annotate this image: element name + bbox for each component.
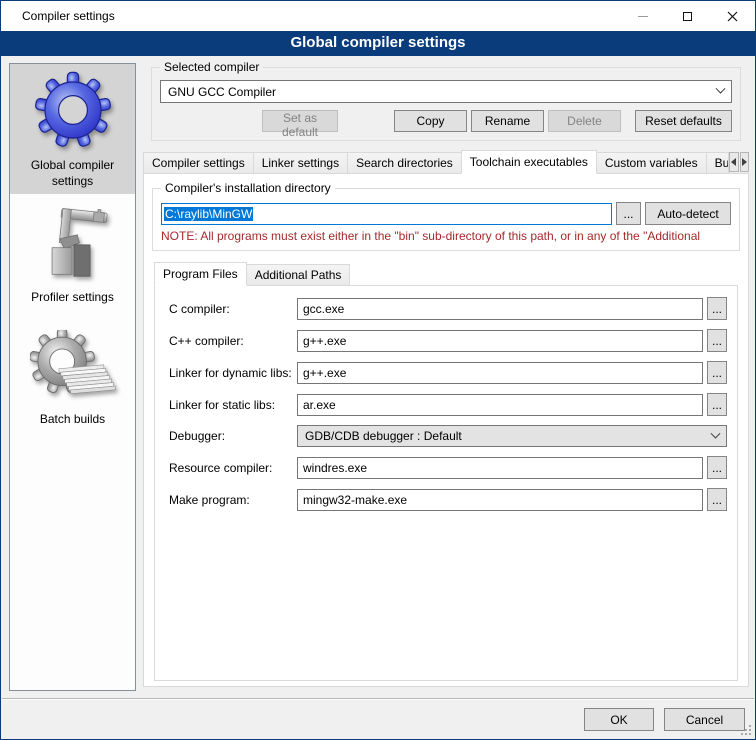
selected-compiler-group: Selected compiler GNU GCC Compiler Set a…: [151, 67, 741, 141]
window-title: Compiler settings: [22, 9, 115, 23]
programs-subtab-strip: Program Files Additional Paths: [154, 263, 738, 285]
sidebar-item-profiler-settings[interactable]: Profiler settings: [10, 202, 135, 306]
set-as-default-button[interactable]: Set as default: [262, 110, 338, 132]
c-compiler-browse-button[interactable]: ...: [707, 297, 727, 320]
field-label: Resource compiler:: [169, 461, 297, 475]
tab-linker-settings[interactable]: Linker settings: [253, 152, 348, 173]
close-icon: [727, 11, 738, 22]
dynamic-linker-input[interactable]: [297, 362, 703, 384]
debugger-select-value: GDB/CDB debugger : Default: [305, 429, 712, 443]
toolchain-executables-page: Compiler's installation directory C:\ray…: [143, 173, 749, 687]
static-linker-browse-button[interactable]: ...: [707, 393, 727, 416]
arrow-left-icon: [731, 158, 736, 166]
compiler-select[interactable]: GNU GCC Compiler: [160, 80, 732, 103]
close-button[interactable]: [710, 1, 755, 31]
resource-compiler-input[interactable]: [297, 457, 703, 479]
field-label: Make program:: [169, 493, 297, 507]
minimize-button[interactable]: [620, 1, 665, 31]
dynamic-linker-browse-button[interactable]: ...: [707, 361, 727, 384]
sidebar-item-label: Batch builds: [40, 412, 105, 428]
resize-grip[interactable]: [741, 725, 752, 736]
cpp-compiler-browse-button[interactable]: ...: [707, 329, 727, 352]
compiler-buttons-row: Set as default Copy Rename Delete Reset …: [160, 110, 732, 132]
field-row-make-program: Make program: ...: [169, 488, 727, 511]
sidebar-item-label: Global compiler settings: [12, 158, 133, 189]
auto-detect-button[interactable]: Auto-detect: [645, 202, 731, 225]
field-row-static-linker: Linker for static libs: ...: [169, 393, 727, 416]
field-row-cpp-compiler: C++ compiler: ...: [169, 329, 727, 352]
tab-toolchain-executables[interactable]: Toolchain executables: [461, 150, 597, 174]
copy-button[interactable]: Copy: [394, 110, 467, 132]
tab-build-options[interactable]: Build: [706, 152, 730, 173]
install-dir-selected-text: C:\raylib\MinGW: [164, 207, 253, 221]
blue-gear-icon: [29, 70, 117, 153]
tab-search-directories[interactable]: Search directories: [347, 152, 462, 173]
ok-button[interactable]: OK: [584, 708, 654, 731]
delete-button[interactable]: Delete: [548, 110, 621, 132]
compiler-select-value: GNU GCC Compiler: [168, 85, 717, 99]
cpp-compiler-input[interactable]: [297, 330, 703, 352]
make-program-input[interactable]: [297, 489, 703, 511]
chevron-down-icon: [711, 428, 721, 438]
installation-directory-group: Compiler's installation directory C:\ray…: [152, 188, 740, 251]
page-title: Global compiler settings: [1, 31, 755, 56]
footer-divider: [2, 698, 754, 700]
field-row-resource-compiler: Resource compiler: ...: [169, 456, 727, 479]
selected-compiler-group-label: Selected compiler: [160, 60, 263, 74]
field-row-debugger: Debugger: GDB/CDB debugger : Default: [169, 425, 727, 447]
reset-defaults-button[interactable]: Reset defaults: [635, 110, 732, 132]
subtab-program-files[interactable]: Program Files: [154, 262, 247, 286]
gray-gear-stack-icon: [30, 330, 116, 407]
field-label: C++ compiler:: [169, 334, 297, 348]
subtab-additional-paths[interactable]: Additional Paths: [246, 264, 351, 285]
footer-buttons: OK Cancel: [584, 708, 745, 731]
maximize-button[interactable]: [665, 1, 710, 31]
install-dir-input[interactable]: C:\raylib\MinGW: [161, 203, 612, 225]
cancel-button[interactable]: Cancel: [664, 708, 745, 731]
resource-compiler-browse-button[interactable]: ...: [707, 456, 727, 479]
install-dir-note: NOTE: All programs must exist either in …: [161, 229, 731, 243]
minimize-icon: [638, 16, 648, 17]
program-files-page: C compiler: ... C++ compiler: ... Linker…: [154, 285, 738, 681]
sidebar-item-label: Profiler settings: [31, 290, 114, 306]
field-label: Debugger:: [169, 429, 297, 443]
caliper-icon: [35, 202, 111, 285]
maximize-icon: [683, 12, 692, 21]
c-compiler-input[interactable]: [297, 298, 703, 320]
field-row-dynamic-linker: Linker for dynamic libs: ...: [169, 361, 727, 384]
install-dir-browse-button[interactable]: ...: [616, 202, 641, 225]
field-label: Linker for dynamic libs:: [169, 366, 297, 380]
title-bar: Compiler settings: [1, 1, 755, 31]
make-program-browse-button[interactable]: ...: [707, 488, 727, 511]
settings-tab-strip: Compiler settings Linker settings Search…: [143, 151, 749, 173]
field-label: C compiler:: [169, 302, 297, 316]
settings-category-list: Global compiler settings: [9, 63, 136, 691]
tab-scroll-right-button[interactable]: [740, 152, 749, 172]
field-row-c-compiler: C compiler: ...: [169, 297, 727, 320]
static-linker-input[interactable]: [297, 394, 703, 416]
sidebar-item-batch-builds[interactable]: Batch builds: [10, 330, 135, 428]
rename-button[interactable]: Rename: [471, 110, 544, 132]
tab-custom-variables[interactable]: Custom variables: [596, 152, 707, 173]
arrow-right-icon: [742, 158, 747, 166]
installation-directory-group-label: Compiler's installation directory: [161, 181, 335, 195]
tab-compiler-settings[interactable]: Compiler settings: [143, 152, 254, 173]
chevron-down-icon: [716, 84, 726, 94]
tab-scroll-left-button[interactable]: [729, 152, 738, 172]
window-controls: [620, 1, 755, 31]
debugger-select[interactable]: GDB/CDB debugger : Default: [297, 425, 727, 447]
installation-directory-row: C:\raylib\MinGW ... Auto-detect: [161, 202, 731, 225]
compiler-settings-dialog: Compiler settings Global compiler settin…: [0, 0, 756, 740]
main-panel: Selected compiler GNU GCC Compiler Set a…: [143, 63, 749, 691]
field-label: Linker for static libs:: [169, 398, 297, 412]
sidebar-item-global-compiler-settings[interactable]: Global compiler settings: [10, 64, 135, 194]
